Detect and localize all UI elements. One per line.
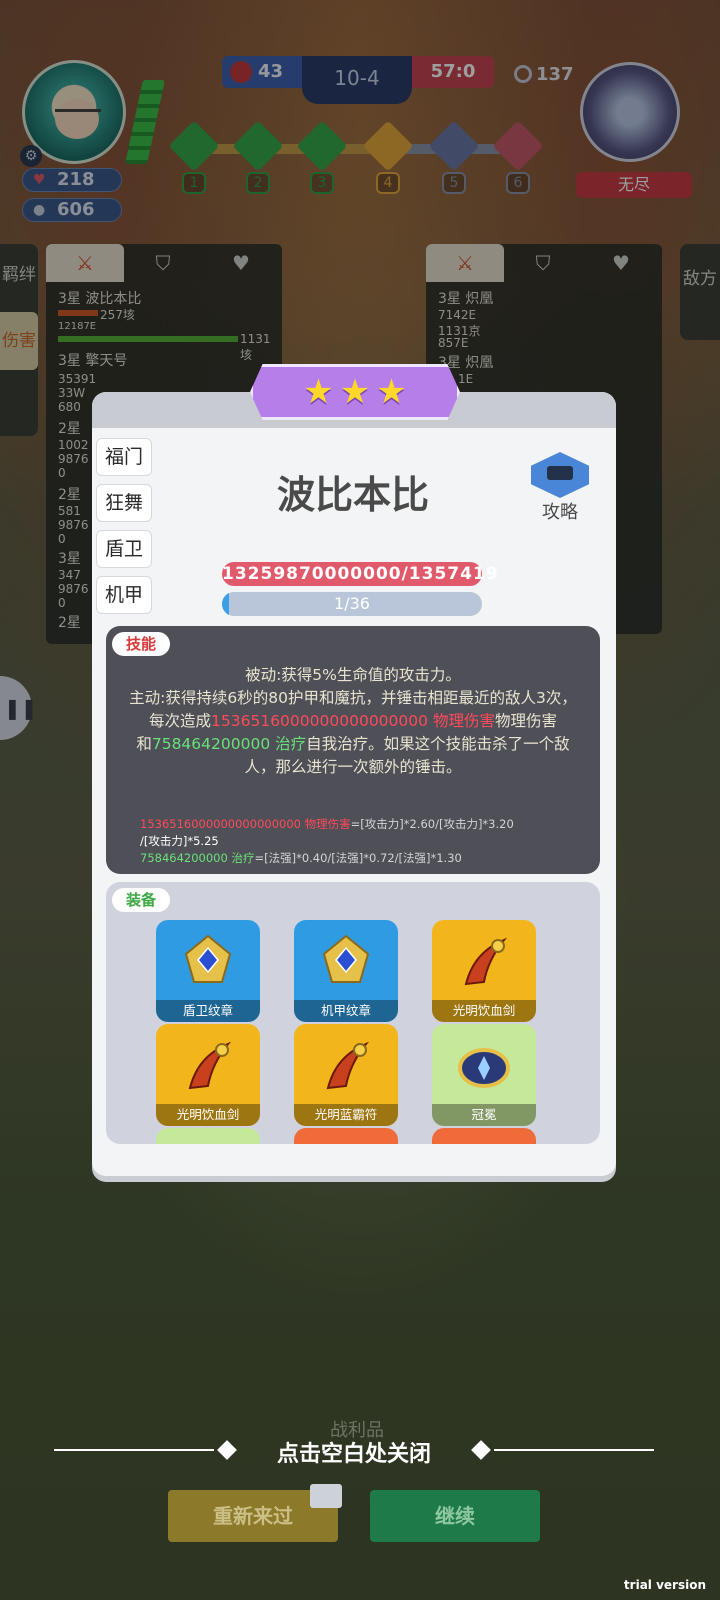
equipment-icon xyxy=(178,932,238,992)
skill-active: 主动:获得持续6秒的80护甲和魔抗，并锤击相距最近的敌人3次，每次造成15365… xyxy=(126,687,580,733)
trial-watermark: trial version xyxy=(623,1578,706,1592)
equipment-name: 光明饮血剑 xyxy=(432,1000,536,1022)
skill-heal: 和758464200000 治疗自我治疗。如果这个技能击杀了一个敌人，那么进行一… xyxy=(126,733,580,779)
equipment-slot[interactable]: 冠冕 xyxy=(432,1024,536,1126)
trait-tab-1[interactable]: 福门 xyxy=(96,438,152,476)
equipment-icon xyxy=(178,1140,238,1144)
video-icon xyxy=(310,1484,342,1508)
equipment-icon xyxy=(178,1036,238,1096)
star-icon: ★ xyxy=(339,372,371,412)
hero-name: 波比本比 xyxy=(276,473,429,517)
damage-formula: 1536516000000000000000 物理伤害=[攻击力]*2.60/[… xyxy=(140,816,580,833)
star-rating: ★ ★ ★ xyxy=(250,364,460,420)
skill-label: 技能 xyxy=(112,632,171,656)
skill-heal-value: 758464200000 xyxy=(151,735,271,753)
exp-text: 1/36 xyxy=(334,594,370,613)
equipment-label: 装备 xyxy=(112,888,171,912)
equipment-name: 机甲纹章 xyxy=(294,1000,398,1022)
formula-damage-value: 1536516000000000000000 xyxy=(140,817,301,831)
equipment-slot[interactable]: 光明饮血剑 xyxy=(432,920,536,1022)
equipment-icon xyxy=(454,1036,514,1096)
skill-damage-value: 1536516000000000000000 xyxy=(211,712,428,730)
formula-heal-value: 758464200000 xyxy=(140,851,228,865)
heal-formula: 758464200000 治疗=[法强]*0.40/[法强]*0.72/[法强]… xyxy=(140,850,580,867)
equipment-slot[interactable]: 光明饮血剑 xyxy=(156,1024,260,1126)
damage-formula-cont: /[攻击力]*5.25 xyxy=(140,834,219,848)
star-icon: ★ xyxy=(376,372,407,412)
equipment-slot[interactable]: 盾卫纹章 xyxy=(156,920,260,1022)
guide-label: 攻略 xyxy=(542,502,578,523)
trait-tab-4[interactable]: 机甲 xyxy=(96,576,152,614)
skill-description: 被动:获得5%生命值的攻击力。 主动:获得持续6秒的80护甲和魔抗，并锤击相距最… xyxy=(126,664,580,779)
equipment-slot[interactable]: 机甲纹章 xyxy=(294,920,398,1022)
equipment-name: 冠冕 xyxy=(432,1104,536,1126)
skill-section: 技能 被动:获得5%生命值的攻击力。 主动:获得持续6秒的80护甲和魔抗，并锤击… xyxy=(106,626,600,874)
hint-line-right xyxy=(494,1449,654,1451)
skill-formulas: 1536516000000000000000 物理伤害=[攻击力]*2.60/[… xyxy=(140,816,580,867)
skill-damage-type: 物理伤害 xyxy=(432,712,495,730)
guide-button[interactable]: 攻略 xyxy=(526,452,594,524)
close-hint: 点击空白处关闭 xyxy=(54,1436,654,1467)
hint-line-left xyxy=(54,1449,214,1451)
equipment-icon xyxy=(454,1140,514,1144)
equipment-icon xyxy=(316,932,376,992)
skill-damage-suffix: 物理伤害 xyxy=(494,712,557,730)
equipment-name: 光明蓝霸符 xyxy=(294,1104,398,1126)
formula-damage-type: 物理伤害 xyxy=(304,817,351,831)
equipment-name: 光明饮血剑 xyxy=(156,1104,260,1126)
graduation-cap-icon xyxy=(531,452,589,498)
equipment-icon xyxy=(454,932,514,992)
equipment-slot[interactable] xyxy=(432,1128,536,1144)
retry-button[interactable]: 重新来过 xyxy=(168,1484,342,1542)
equipment-icon xyxy=(316,1036,376,1096)
skill-passive: 被动:获得5%生命值的攻击力。 xyxy=(245,666,461,684)
equipment-section: 装备 盾卫纹章 机甲纹章 光明饮血剑 光明饮血剑 光明蓝霸符 冠冕 xyxy=(106,882,600,1144)
trait-tabs: 福门 狂舞 盾卫 机甲 xyxy=(92,430,154,614)
diamond-icon xyxy=(217,1440,237,1460)
equipment-slot[interactable]: 光明蓝霸符 xyxy=(294,1024,398,1126)
skill-heal-prefix: 和 xyxy=(136,735,152,753)
equipment-icon xyxy=(316,1140,376,1144)
hero-hp-bar: 13259870000000/1357419 xyxy=(222,562,499,586)
trait-tab-3[interactable]: 盾卫 xyxy=(96,530,152,568)
formula-damage-expr: =[攻击力]*2.60/[攻击力]*3.20 xyxy=(350,817,514,831)
close-hint-text: 点击空白处关闭 xyxy=(276,1442,431,1467)
hero-exp-bar: 1/36 xyxy=(222,592,482,616)
star-icon: ★ xyxy=(303,372,334,412)
equipment-slot[interactable] xyxy=(294,1128,398,1144)
skill-heal-type: 治疗 xyxy=(275,735,307,753)
exp-bar-fill xyxy=(222,592,230,616)
equipment-slot[interactable] xyxy=(156,1128,260,1144)
continue-button[interactable]: 继续 xyxy=(370,1490,540,1542)
formula-heal-expr: =[法强]*0.40/[法强]*0.72/[法强]*1.30 xyxy=(254,851,462,865)
hero-detail-modal: ★ ★ ★ 福门 狂舞 盾卫 机甲 波比本比 攻略 13259870000000… xyxy=(92,364,616,1176)
trait-tab-2[interactable]: 狂舞 xyxy=(96,484,152,522)
equipment-name: 盾卫纹章 xyxy=(156,1000,260,1022)
retry-label: 重新来过 xyxy=(213,1504,293,1528)
formula-heal-type: 治疗 xyxy=(231,851,255,865)
diamond-icon xyxy=(471,1440,491,1460)
